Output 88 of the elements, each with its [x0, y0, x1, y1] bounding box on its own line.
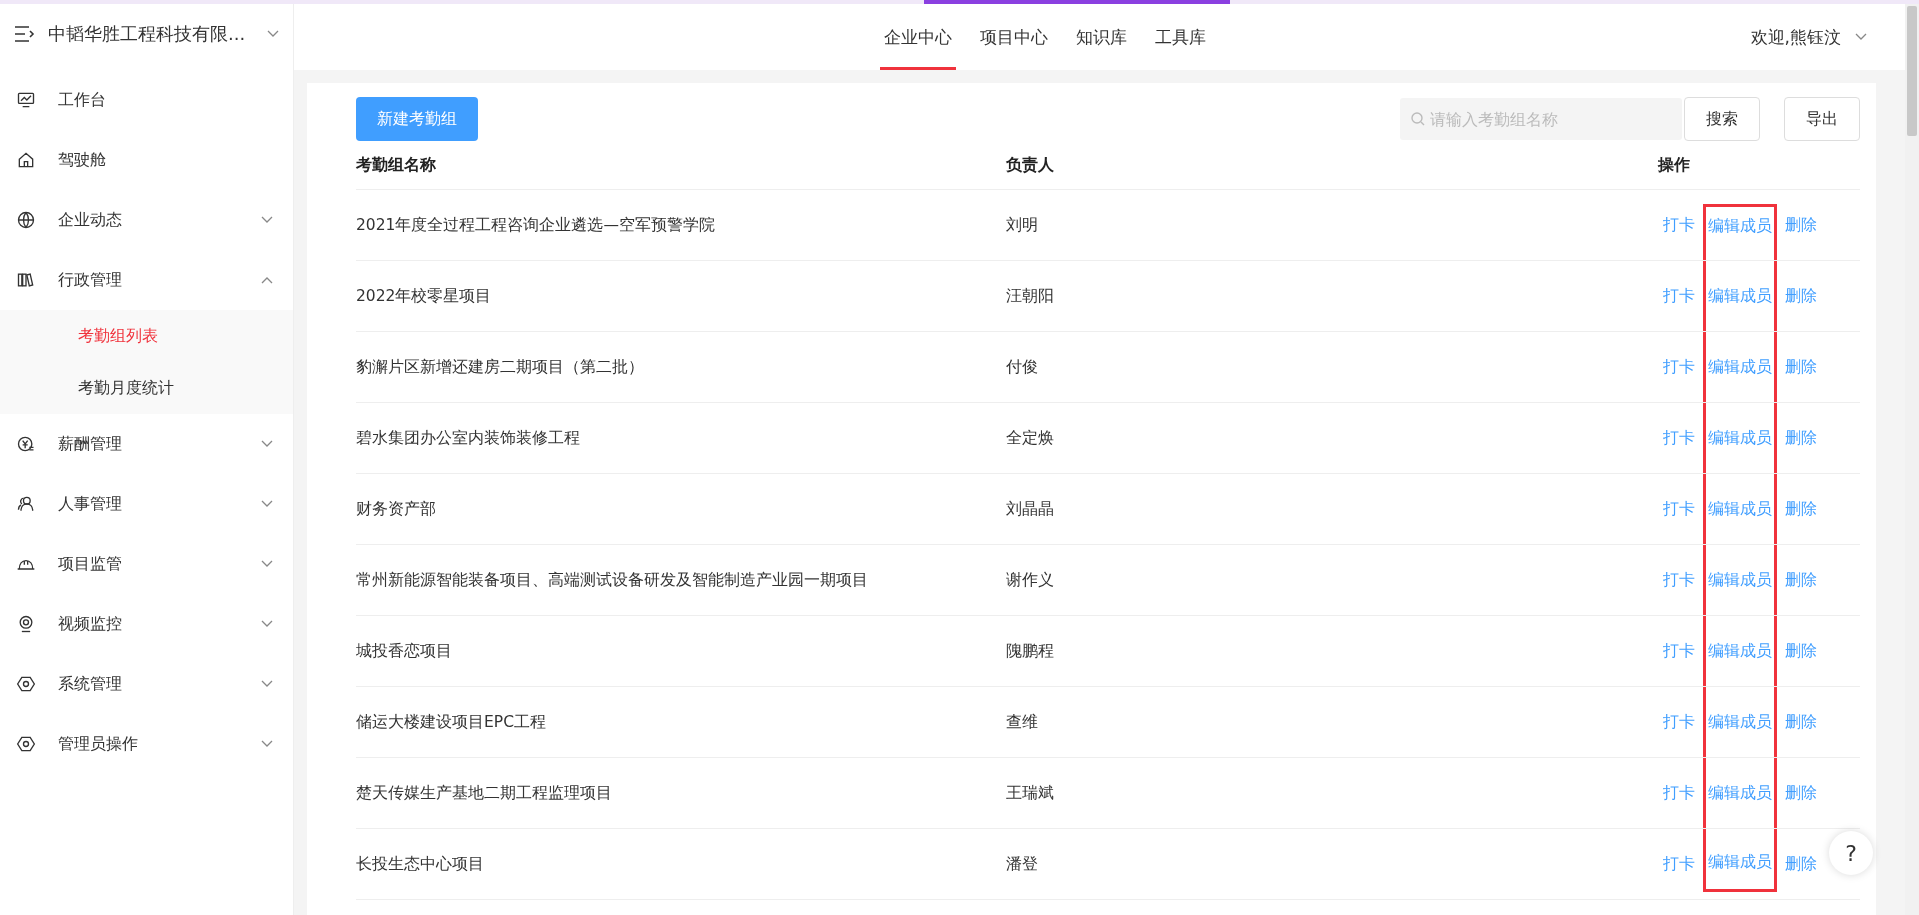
- group-name-cell-text: 财务资产部: [356, 498, 437, 520]
- action-link[interactable]: 打卡: [1658, 853, 1700, 875]
- action-link[interactable]: 打卡: [1658, 285, 1700, 307]
- sidebar-item[interactable]: 企业动态: [0, 190, 293, 250]
- owner-cell-text: 汪朝阳: [1006, 285, 1055, 307]
- globe-icon: [16, 210, 36, 230]
- group-name-cell-text: 2022年校零星项目: [356, 285, 493, 307]
- monitor-icon: [16, 90, 36, 110]
- sidebar-item[interactable]: 管理员操作: [0, 714, 293, 774]
- hex-nut-icon: [16, 674, 36, 694]
- column-header: 考勤组名称: [356, 155, 436, 174]
- people-icon: [16, 494, 36, 514]
- action-link[interactable]: 打卡: [1658, 569, 1700, 591]
- action-link[interactable]: 删除: [1780, 214, 1822, 236]
- action-link[interactable]: 编辑成员: [1703, 545, 1777, 615]
- owner-cell-text: 隗鹏程: [1006, 640, 1055, 662]
- nav-tab[interactable]: 企业中心: [880, 4, 956, 70]
- submenu-item[interactable]: 考勤月度统计: [0, 362, 293, 414]
- sidebar-item[interactable]: 系统管理: [0, 654, 293, 714]
- action-link[interactable]: 打卡: [1658, 427, 1700, 449]
- sidebar-item[interactable]: 视频监控: [0, 594, 293, 654]
- owner-cell-text: 刘晶晶: [1006, 498, 1055, 520]
- toolbar-button[interactable]: 搜索: [1684, 97, 1760, 141]
- sidebar-item[interactable]: 薪酬管理: [0, 414, 293, 474]
- sidebar-item[interactable]: 项目监管: [0, 534, 293, 594]
- nav-tab[interactable]: 工具库: [1151, 4, 1210, 70]
- action-link[interactable]: 编辑成员: [1703, 261, 1777, 331]
- group-name-cell-text: 常州新能源智能装备项目、高端测试设备研发及智能制造产业园一期项目: [356, 569, 869, 591]
- group-name-cell-text: 碧水集团办公室内装饰装修工程: [356, 427, 581, 449]
- action-link[interactable]: 编辑成员: [1703, 204, 1777, 260]
- company-name: 中韬华胜工程科技有限...: [48, 22, 247, 46]
- action-link[interactable]: 打卡: [1658, 640, 1700, 662]
- group-name-cell-text: 城投香恋项目: [356, 640, 453, 662]
- action-link[interactable]: 删除: [1780, 356, 1822, 378]
- action-link[interactable]: 打卡: [1658, 782, 1700, 804]
- menu-icon[interactable]: [14, 25, 36, 43]
- sidebar-item[interactable]: 工作台: [0, 70, 293, 130]
- action-link[interactable]: 编辑成员: [1703, 474, 1777, 544]
- action-link[interactable]: 打卡: [1658, 498, 1700, 520]
- action-link[interactable]: 删除: [1780, 640, 1822, 662]
- chevron-down-icon: [1855, 33, 1867, 41]
- group-name-cell-text: 2021年度全过程工程咨询企业遴选—空军预警学院: [356, 214, 716, 236]
- chevron-down-icon: [267, 30, 279, 38]
- action-link[interactable]: 打卡: [1658, 214, 1700, 236]
- new-group-button[interactable]: 新建考勤组: [356, 97, 478, 141]
- action-link[interactable]: 打卡: [1658, 711, 1700, 733]
- sidebar-item[interactable]: 驾驶舱: [0, 130, 293, 190]
- action-link[interactable]: 删除: [1780, 569, 1822, 591]
- action-link[interactable]: 编辑成员: [1703, 403, 1777, 473]
- action-link[interactable]: 删除: [1780, 427, 1822, 449]
- owner-cell-text: 谢作义: [1006, 569, 1055, 591]
- owner-cell-text: 查维: [1006, 711, 1039, 733]
- action-link[interactable]: 删除: [1780, 782, 1822, 804]
- group-name-cell-text: 豹澥片区新增还建房二期项目（第二批）: [356, 356, 645, 378]
- group-name-cell-text: 储运大楼建设项目EPC工程: [356, 711, 547, 733]
- home-icon: [16, 150, 36, 170]
- group-name-cell-text: 楚天传媒生产基地二期工程监理项目: [356, 782, 613, 804]
- column-header: 操作: [1658, 155, 1690, 174]
- owner-cell-text: 王瑞斌: [1006, 782, 1055, 804]
- action-link[interactable]: 删除: [1780, 711, 1822, 733]
- owner-cell-text: 刘明: [1006, 214, 1039, 236]
- nav-tab[interactable]: 项目中心: [976, 4, 1052, 70]
- scrollbar-thumb[interactable]: [1907, 6, 1917, 136]
- yen-coin-icon: [16, 434, 36, 454]
- sidebar-item[interactable]: 人事管理: [0, 474, 293, 534]
- group-name-cell-text: 长投生态中心项目: [356, 853, 485, 875]
- sidebar-item[interactable]: 行政管理: [0, 250, 293, 310]
- owner-cell-text: 潘登: [1006, 853, 1039, 875]
- hex-nut-icon: [16, 734, 36, 754]
- nav-tab[interactable]: 知识库: [1072, 4, 1131, 70]
- action-link[interactable]: 编辑成员: [1703, 687, 1777, 757]
- column-header: 负责人: [1006, 155, 1054, 174]
- action-link[interactable]: 编辑成员: [1703, 332, 1777, 402]
- action-link[interactable]: 删除: [1780, 853, 1822, 875]
- action-link[interactable]: 编辑成员: [1703, 829, 1777, 892]
- search-field[interactable]: 请输入考勤组名称: [1400, 98, 1682, 140]
- action-link[interactable]: 打卡: [1658, 356, 1700, 378]
- submenu-item[interactable]: 考勤组列表: [0, 310, 293, 362]
- search-icon: [1411, 112, 1425, 126]
- action-link[interactable]: 删除: [1780, 498, 1822, 520]
- toolbar-button[interactable]: 导出: [1784, 97, 1860, 141]
- user-menu[interactable]: 欢迎,熊钰汶: [1750, 4, 1867, 70]
- action-link[interactable]: 编辑成员: [1703, 616, 1777, 686]
- action-link[interactable]: 编辑成员: [1703, 758, 1777, 828]
- action-link[interactable]: 删除: [1780, 285, 1822, 307]
- binders-icon: [16, 270, 36, 290]
- owner-cell-text: 全定焕: [1006, 427, 1055, 449]
- owner-cell-text: 付俊: [1006, 356, 1039, 378]
